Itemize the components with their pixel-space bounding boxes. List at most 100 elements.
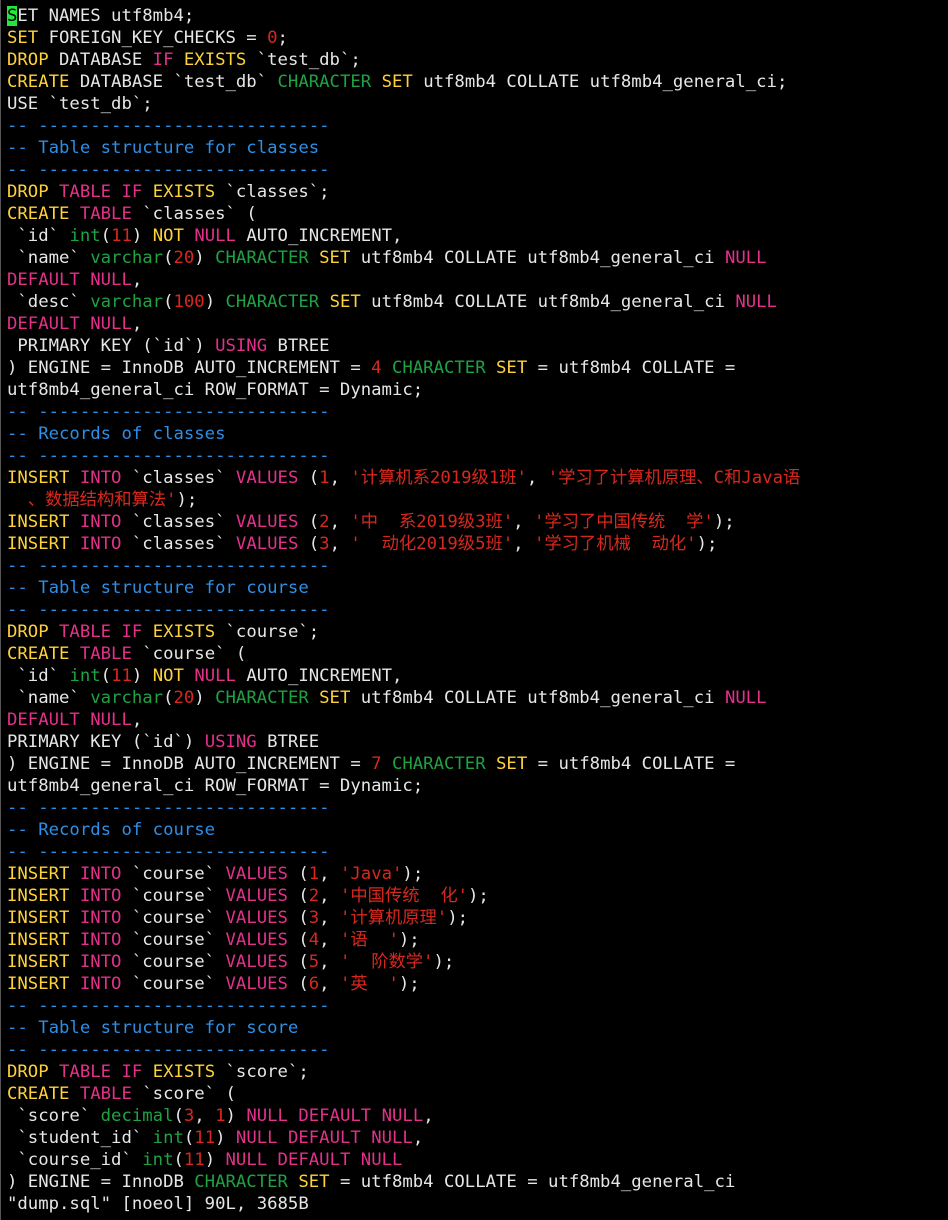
code-token: , (526, 468, 548, 488)
code-token: 20 (173, 688, 195, 708)
code-line: INSERT INTO `course` VALUES (3, '计算机原理')… (7, 907, 948, 929)
code-token: INTO (79, 468, 122, 488)
code-token: 、数据结构和算法' (7, 490, 177, 510)
code-token: 11 (111, 666, 132, 686)
code-token: ) (194, 248, 216, 268)
code-token: , (329, 512, 351, 532)
code-token: 6 (308, 974, 320, 994)
code-token: ( (287, 974, 309, 994)
code-token: EXISTS (152, 622, 216, 642)
code-token: CREATE (7, 644, 70, 664)
code-token: CREATE (7, 204, 70, 224)
code-token: `course` (121, 930, 226, 950)
code-token: -- ---------------------------- (7, 446, 330, 466)
code-token: = utf8mb4 COLLATE = (527, 358, 736, 378)
code-token: VALUES (235, 512, 299, 532)
code-token: int (142, 1150, 174, 1170)
code-token: utf8mb4 COLLATE utf8mb4_general_ci (350, 688, 725, 708)
code-line: DEFAULT NULL, (7, 313, 948, 335)
code-token: SET (298, 1172, 330, 1192)
code-token: CHARACTER (391, 358, 486, 378)
code-token: , (319, 908, 340, 928)
code-line: -- ---------------------------- (7, 555, 948, 577)
code-token: utf8mb4 COLLATE utf8mb4_general_ci; (412, 72, 788, 92)
code-token: `test_db`; (246, 50, 361, 70)
code-token: -- Records of classes (7, 424, 226, 444)
code-token: DEFAULT (7, 270, 80, 290)
code-line: `score` decimal(3, 1) NULL DEFAULT NULL, (7, 1105, 948, 1127)
code-token: 1 (319, 468, 330, 488)
code-token: DEFAULT (287, 1128, 361, 1148)
code-token: DEFAULT (7, 710, 80, 730)
code-token: `student_id` (7, 1128, 153, 1148)
code-token: 4 (371, 358, 382, 378)
code-token: '计算机原理' (339, 908, 448, 928)
code-token: IF (121, 182, 143, 202)
code-token: IF (152, 50, 174, 70)
code-line: ) ENGINE = InnoDB CHARACTER SET = utf8mb… (7, 1171, 948, 1193)
code-token: `classes` (121, 468, 236, 488)
terminal-window[interactable]: SET NAMES utf8mb4; SET FOREIGN_KEY_CHECKS… (0, 0, 948, 1220)
code-line: PRIMARY KEY (`id`) USING BTREE (7, 731, 948, 753)
code-token: NULL (90, 314, 132, 334)
code-token: ( (287, 930, 309, 950)
code-token: INTO (79, 534, 122, 554)
code-token: ); (713, 512, 735, 532)
code-token: NULL (194, 666, 236, 686)
code-token: varchar (90, 688, 164, 708)
code-token: ); (398, 930, 420, 950)
editor-buffer[interactable]: SET NAMES utf8mb4; SET FOREIGN_KEY_CHECKS… (7, 5, 948, 1193)
code-token: 11 (183, 1150, 205, 1170)
code-token: SET (329, 292, 361, 312)
code-line: -- Table structure for classes (7, 137, 948, 159)
code-token: , (329, 534, 351, 554)
code-token: NULL (90, 270, 132, 290)
code-token: , (131, 710, 143, 730)
code-token: ( (287, 952, 309, 972)
code-token: 3 (319, 534, 330, 554)
code-token: IF (121, 1062, 143, 1082)
code-token: VALUES (225, 864, 288, 884)
code-line: INSERT INTO `course` VALUES (5, ' 阶数学'); (7, 951, 948, 973)
code-token: 2 (319, 512, 330, 532)
code-token: CREATE (7, 1084, 70, 1104)
code-token: , (329, 468, 351, 488)
code-token: CHARACTER (215, 688, 309, 708)
code-token: , (319, 952, 340, 972)
code-token: ); (176, 490, 198, 510)
code-token: int (152, 1128, 184, 1148)
code-token: -- Table structure for course (7, 578, 309, 598)
code-token: `course` (121, 974, 226, 994)
code-token: `score` ( (131, 1084, 236, 1104)
code-token: SET (7, 28, 39, 48)
code-token: INSERT (7, 512, 70, 532)
code-line: -- ---------------------------- (7, 115, 948, 137)
code-line: 、数据结构和算法'); (7, 489, 948, 511)
code-token: DEFAULT (298, 1106, 372, 1126)
code-token: 3 (183, 1106, 195, 1126)
code-token: -- ---------------------------- (7, 996, 330, 1016)
code-token: INTO (79, 952, 122, 972)
code-token: '中国传统 化' (339, 886, 469, 906)
code-token: , (131, 270, 143, 290)
code-token: 0 (267, 28, 278, 48)
code-token: NULL (246, 1106, 288, 1126)
code-token: TABLE (59, 622, 112, 642)
code-token: INTO (79, 974, 122, 994)
code-token: NULL (90, 710, 132, 730)
code-line: INSERT INTO `course` VALUES (1, 'Java'); (7, 863, 948, 885)
code-token: '学习了计算机原理、C和Java语 (547, 468, 801, 488)
code-token: INTO (79, 908, 122, 928)
